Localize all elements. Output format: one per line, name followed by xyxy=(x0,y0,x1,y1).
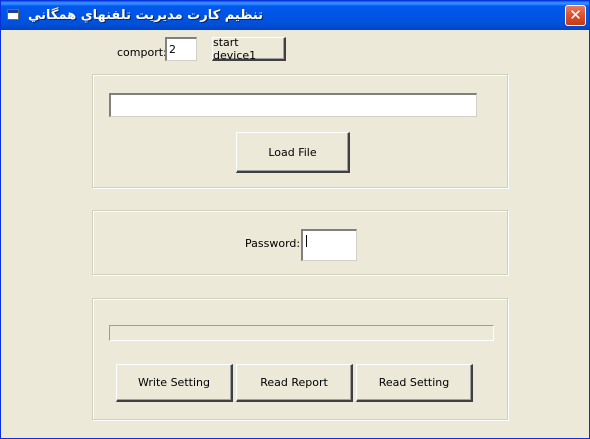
read-report-button[interactable]: Read Report xyxy=(236,364,353,402)
write-setting-button[interactable]: Write Setting xyxy=(116,364,233,402)
start-device-button[interactable]: start device1 xyxy=(212,35,286,62)
read-report-button-label: Read Report xyxy=(260,376,328,389)
window-title: تنظيم كارت مديريت تلفنهاي همگاني xyxy=(28,8,264,23)
read-setting-button[interactable]: Read Setting xyxy=(356,364,473,402)
app-window-icon[interactable] xyxy=(7,9,19,20)
comport-input[interactable] xyxy=(165,37,197,61)
close-icon: ✕ xyxy=(569,6,582,24)
write-setting-button-label: Write Setting xyxy=(138,376,210,389)
password-input[interactable] xyxy=(301,229,357,261)
close-button[interactable]: ✕ xyxy=(565,5,586,26)
file-path-input[interactable] xyxy=(109,93,477,117)
main-window: تنظيم كارت مديريت تلفنهاي همگاني ✕ compo… xyxy=(0,0,590,439)
start-device-button-label: start device1 xyxy=(213,35,257,62)
comport-label: comport: xyxy=(117,46,167,59)
load-file-button[interactable]: Load File xyxy=(236,132,350,173)
load-file-button-label: Load File xyxy=(268,145,317,159)
title-bar[interactable]: تنظيم كارت مديريت تلفنهاي همگاني ✕ xyxy=(1,1,589,30)
read-setting-button-label: Read Setting xyxy=(378,376,450,389)
text-caret xyxy=(306,235,307,247)
progress-bar xyxy=(109,325,494,341)
password-label: Password: xyxy=(245,237,301,250)
